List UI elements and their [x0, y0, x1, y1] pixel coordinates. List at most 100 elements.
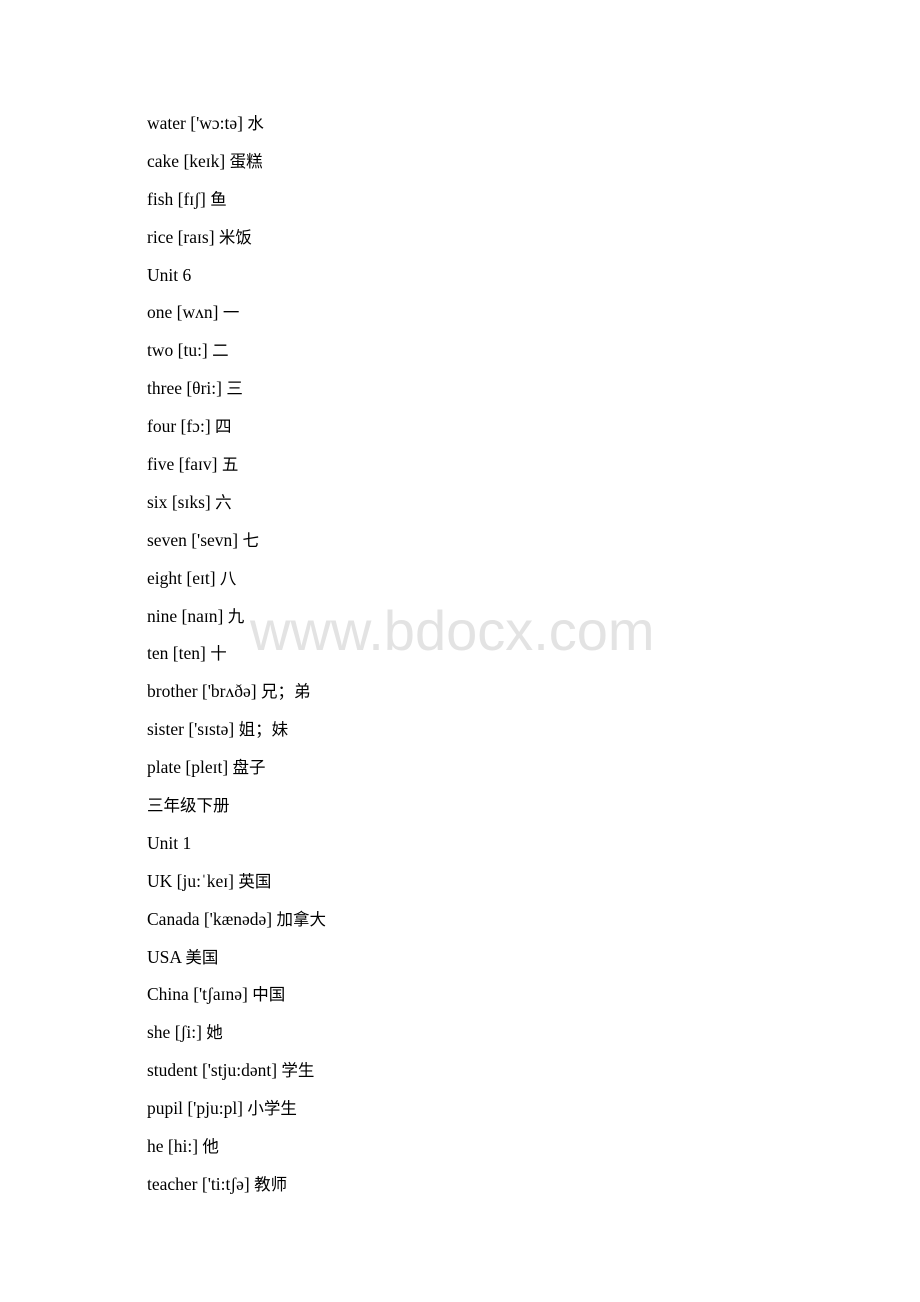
entry-word: brother: [147, 681, 198, 702]
vocab-entry: six [sɪks] 六: [147, 490, 326, 528]
vocab-entry: seven ['sevn] 七: [147, 528, 326, 566]
entry-meaning: 九: [227, 606, 245, 626]
entry-phonetic: ['wɔ:tə]: [190, 113, 243, 133]
document-page: water ['wɔ:tə] 水 cake [keɪk] 蛋糕 fish [fɪʃ]…: [0, 0, 920, 1302]
entry-phonetic: [keɪk]: [183, 150, 226, 171]
entry-word: he: [147, 1136, 164, 1157]
entry-meaning: 七: [242, 530, 260, 550]
entry-meaning: 水: [247, 114, 264, 133]
vocab-entry: two [tu:] 二: [147, 338, 326, 376]
entry-phonetic: [tu:]: [177, 340, 208, 361]
entry-phonetic: ['ti:tʃə]: [201, 1173, 250, 1194]
entry-meaning: 英国: [238, 871, 272, 891]
entry-meaning: 十: [210, 644, 227, 664]
vocab-entry: student ['stju:dənt] 学生: [147, 1058, 326, 1096]
entry-word: USA: [147, 946, 182, 967]
entry-meaning: 姐；妹: [238, 720, 289, 740]
entry-word: eight: [147, 567, 182, 588]
entry-meaning: 美国: [185, 947, 219, 967]
vocab-entry: ten [ten] 十: [147, 641, 326, 679]
entry-phonetic: ['sɪstə]: [188, 719, 235, 740]
entry-phonetic: [θri:]: [186, 378, 222, 399]
entry-phonetic: [faɪv]: [178, 454, 218, 475]
entry-word: seven: [147, 529, 187, 550]
entry-meaning: 一: [222, 303, 240, 323]
entry-meaning: 米饭: [218, 227, 252, 247]
vocab-entry: he [hi:] 他: [147, 1134, 326, 1172]
entry-word: pupil: [147, 1098, 183, 1119]
entry-phonetic: ['sevn]: [191, 529, 239, 550]
entry-phonetic: [ten]: [172, 643, 206, 664]
entry-word: cake: [147, 150, 180, 171]
vocab-entry: fish [fɪʃ] 鱼: [147, 187, 326, 225]
entry-meaning: 学生: [281, 1061, 315, 1081]
vocab-entry: pupil ['pju:pl] 小学生: [147, 1096, 326, 1134]
entry-phonetic: [wʌn]: [176, 302, 219, 323]
vocab-entry: plate [pleɪt] 盘子: [147, 755, 326, 793]
entry-word: nine: [147, 605, 178, 626]
entry-phonetic: ['tʃaɪnə]: [193, 984, 248, 1005]
entry-meaning: 四: [215, 417, 232, 437]
entry-word: water: [147, 113, 186, 133]
entry-meaning: 加拿大: [276, 909, 327, 929]
vocab-entry: one [wʌn] 一: [147, 300, 326, 338]
vocab-entry: UK [ju:ˈkeɪ] 英国: [147, 869, 326, 907]
entry-word: teacher: [147, 1173, 198, 1194]
entry-phonetic: [hi:]: [167, 1136, 199, 1157]
entry-meaning: 鱼: [210, 189, 227, 209]
entry-word: six: [147, 491, 168, 512]
entry-meaning: 盘子: [232, 758, 266, 778]
vocab-entry: five [faɪv] 五: [147, 452, 326, 490]
entry-phonetic: [eɪt]: [186, 567, 216, 588]
entry-word: UK: [147, 870, 173, 891]
heading-text: Unit 1: [147, 832, 192, 853]
entry-phonetic: ['brʌðə]: [201, 681, 257, 702]
heading-text: Unit 6: [147, 264, 192, 285]
vocabulary-list: water ['wɔ:tə] 水 cake [keɪk] 蛋糕 fish [fɪʃ]…: [147, 111, 326, 1210]
entry-phonetic: [naɪn]: [181, 605, 224, 626]
section-heading: 三年级下册: [147, 793, 326, 831]
entry-word: three: [147, 378, 182, 399]
entry-word: one: [147, 302, 173, 323]
entry-meaning: 八: [219, 568, 237, 588]
entry-word: two: [147, 340, 174, 361]
entry-word: four: [147, 416, 177, 437]
entry-phonetic: ['stju:dənt]: [201, 1060, 278, 1081]
entry-phonetic: [fɔ:]: [180, 416, 211, 437]
entry-phonetic: [ju:ˈkeɪ]: [176, 870, 234, 891]
entry-word: fish: [147, 188, 174, 209]
entry-word: she: [147, 1022, 171, 1043]
entry-meaning: 六: [215, 492, 232, 512]
vocab-entry: three [θri:] 三: [147, 376, 326, 414]
entry-word: China: [147, 984, 189, 1005]
entry-phonetic: [pleɪt]: [185, 757, 229, 778]
section-heading: Unit 1: [147, 831, 326, 869]
entry-meaning: 兄；弟: [260, 682, 311, 702]
entry-word: sister: [147, 719, 184, 740]
vocab-entry: brother ['brʌðə] 兄；弟: [147, 679, 326, 717]
vocab-entry: nine [naɪn] 九: [147, 604, 326, 642]
vocab-entry: four [fɔ:] 四: [147, 414, 326, 452]
vocab-entry: teacher ['ti:tʃə] 教师: [147, 1172, 326, 1210]
entry-word: rice: [147, 226, 174, 247]
heading-text: 三年级下册: [147, 796, 230, 816]
entry-meaning: 中国: [252, 985, 286, 1005]
entry-phonetic: [sɪks]: [171, 491, 211, 512]
entry-phonetic: [raɪs]: [177, 226, 215, 247]
entry-phonetic: [fɪʃ]: [177, 188, 206, 209]
vocab-entry: she [ʃi:] 她: [147, 1020, 326, 1058]
entry-meaning: 教师: [254, 1174, 288, 1194]
vocab-entry: sister ['sɪstə] 姐；妹: [147, 717, 326, 755]
vocab-entry: cake [keɪk] 蛋糕: [147, 149, 326, 187]
entry-phonetic: ['kænədə]: [203, 908, 273, 929]
vocab-entry: Canada ['kænədə] 加拿大: [147, 907, 326, 945]
vocab-entry: rice [raɪs] 米饭: [147, 225, 326, 263]
entry-word: ten: [147, 643, 169, 664]
entry-word: Canada: [147, 908, 200, 929]
entry-meaning: 她: [206, 1023, 223, 1043]
entry-word: student: [147, 1060, 198, 1081]
entry-meaning: 他: [202, 1137, 219, 1157]
entry-meaning: 三: [226, 379, 243, 399]
entry-word: plate: [147, 757, 182, 778]
entry-phonetic: ['pju:pl]: [187, 1098, 244, 1119]
